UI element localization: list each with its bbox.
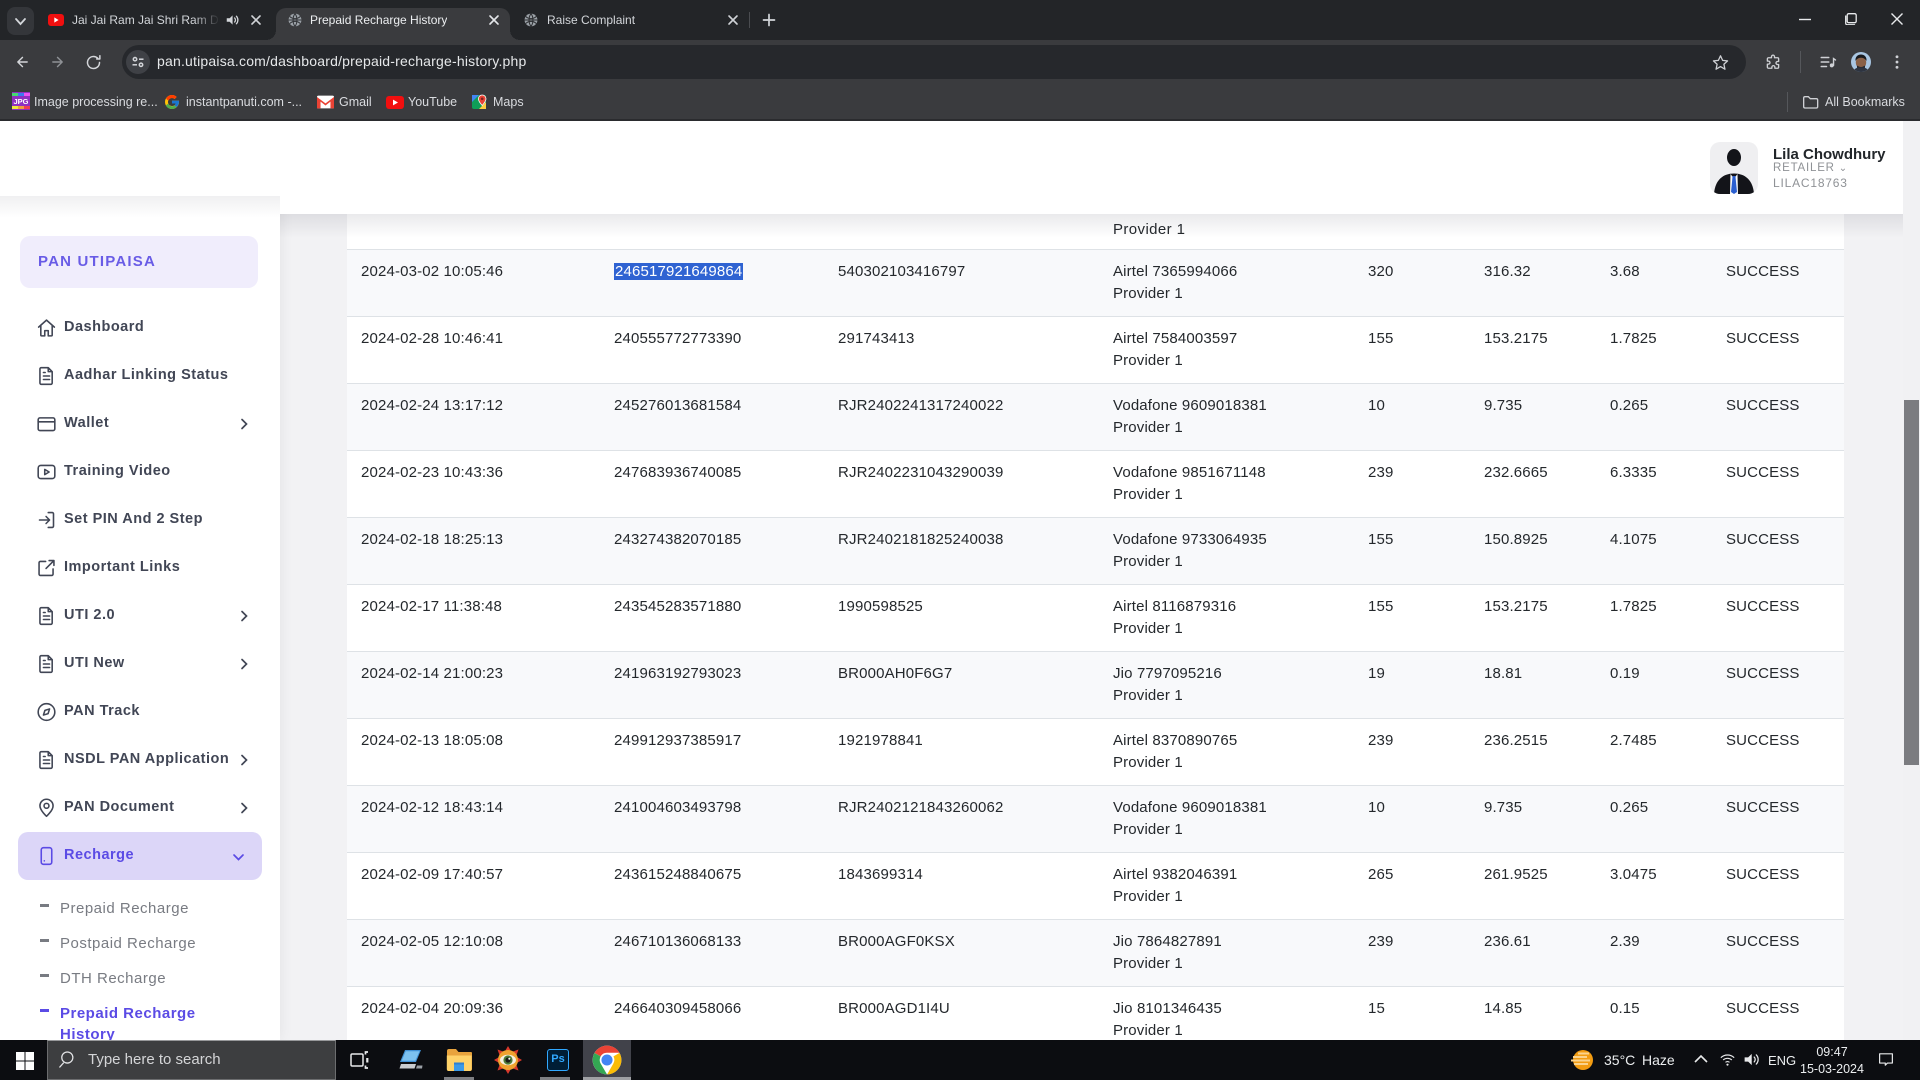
svg-text:JPG: JPG bbox=[13, 97, 28, 106]
